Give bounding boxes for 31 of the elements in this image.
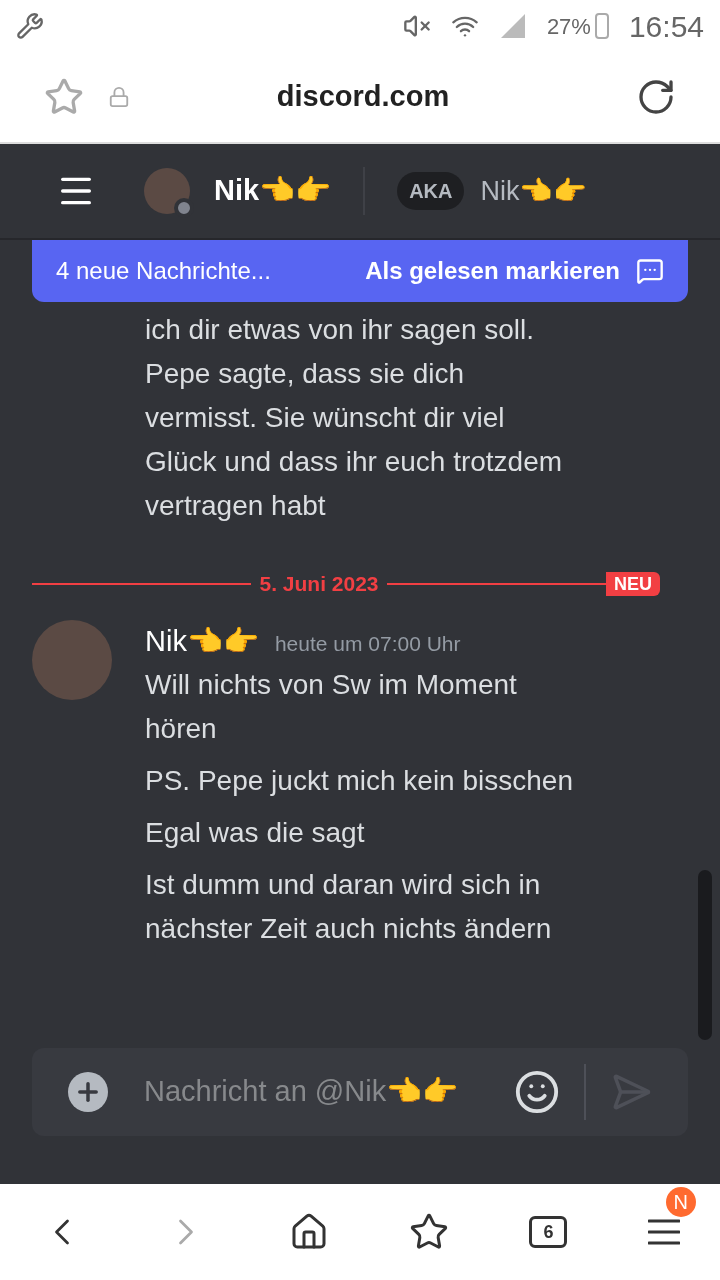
aka-name: Nik👈👉 [480,174,588,208]
reload-icon[interactable] [636,77,676,117]
avatar[interactable] [144,168,190,214]
aka-badge: AKA [397,172,465,210]
add-attachment-icon[interactable] [68,1072,108,1112]
date-divider-label: 5. Juni 2023 [258,571,380,597]
new-badge: NEU [606,571,660,596]
battery-icon [594,13,609,39]
message-text: ich dir etwas von ihr sagen soll. Pepe sagte, dass sie dich vermisst. Sie wünscht dir viel Glück und dass ihr euch trotzdem vertragen habt [145,313,564,523]
message-time: heute um 07:00 Uhr [274,630,461,657]
mark-read-icon [636,257,664,285]
battery-percent: 27% [546,12,591,41]
bookmarks-icon[interactable] [409,1212,450,1252]
channel-name: Nik👈👉 [214,173,332,209]
unread-banner[interactable]: 4 neue Nachrichte... Als gelesen markieren [32,240,688,302]
lock-icon [108,86,130,108]
browser-menu-icon[interactable] [647,1219,680,1245]
tabs-button[interactable]: 6 [529,1216,568,1248]
mark-read-link[interactable]: Als gelesen markieren [365,253,620,289]
notification-badge: N [665,1187,696,1217]
message-text: PS. Pepe juckt mich kein bisschen [145,764,574,798]
message-text: Ist dumm und daran wird sich in nächster Zeit auch nichts ändern [145,868,553,946]
bookmark-star-icon[interactable] [44,77,84,117]
author-name[interactable]: Nik👈👉 [145,619,259,663]
message-placeholder: Nachricht an @Nik👈👉 [144,1074,459,1110]
message-text: Will nichts von Sw im Moment hören [145,668,518,746]
wrench-icon [16,12,44,40]
message-text: Egal was die sagt [145,816,366,850]
clock: 16:54 [628,8,704,45]
emoji-icon[interactable] [514,1069,560,1115]
unread-count-text: 4 neue Nachrichte... [56,256,271,286]
